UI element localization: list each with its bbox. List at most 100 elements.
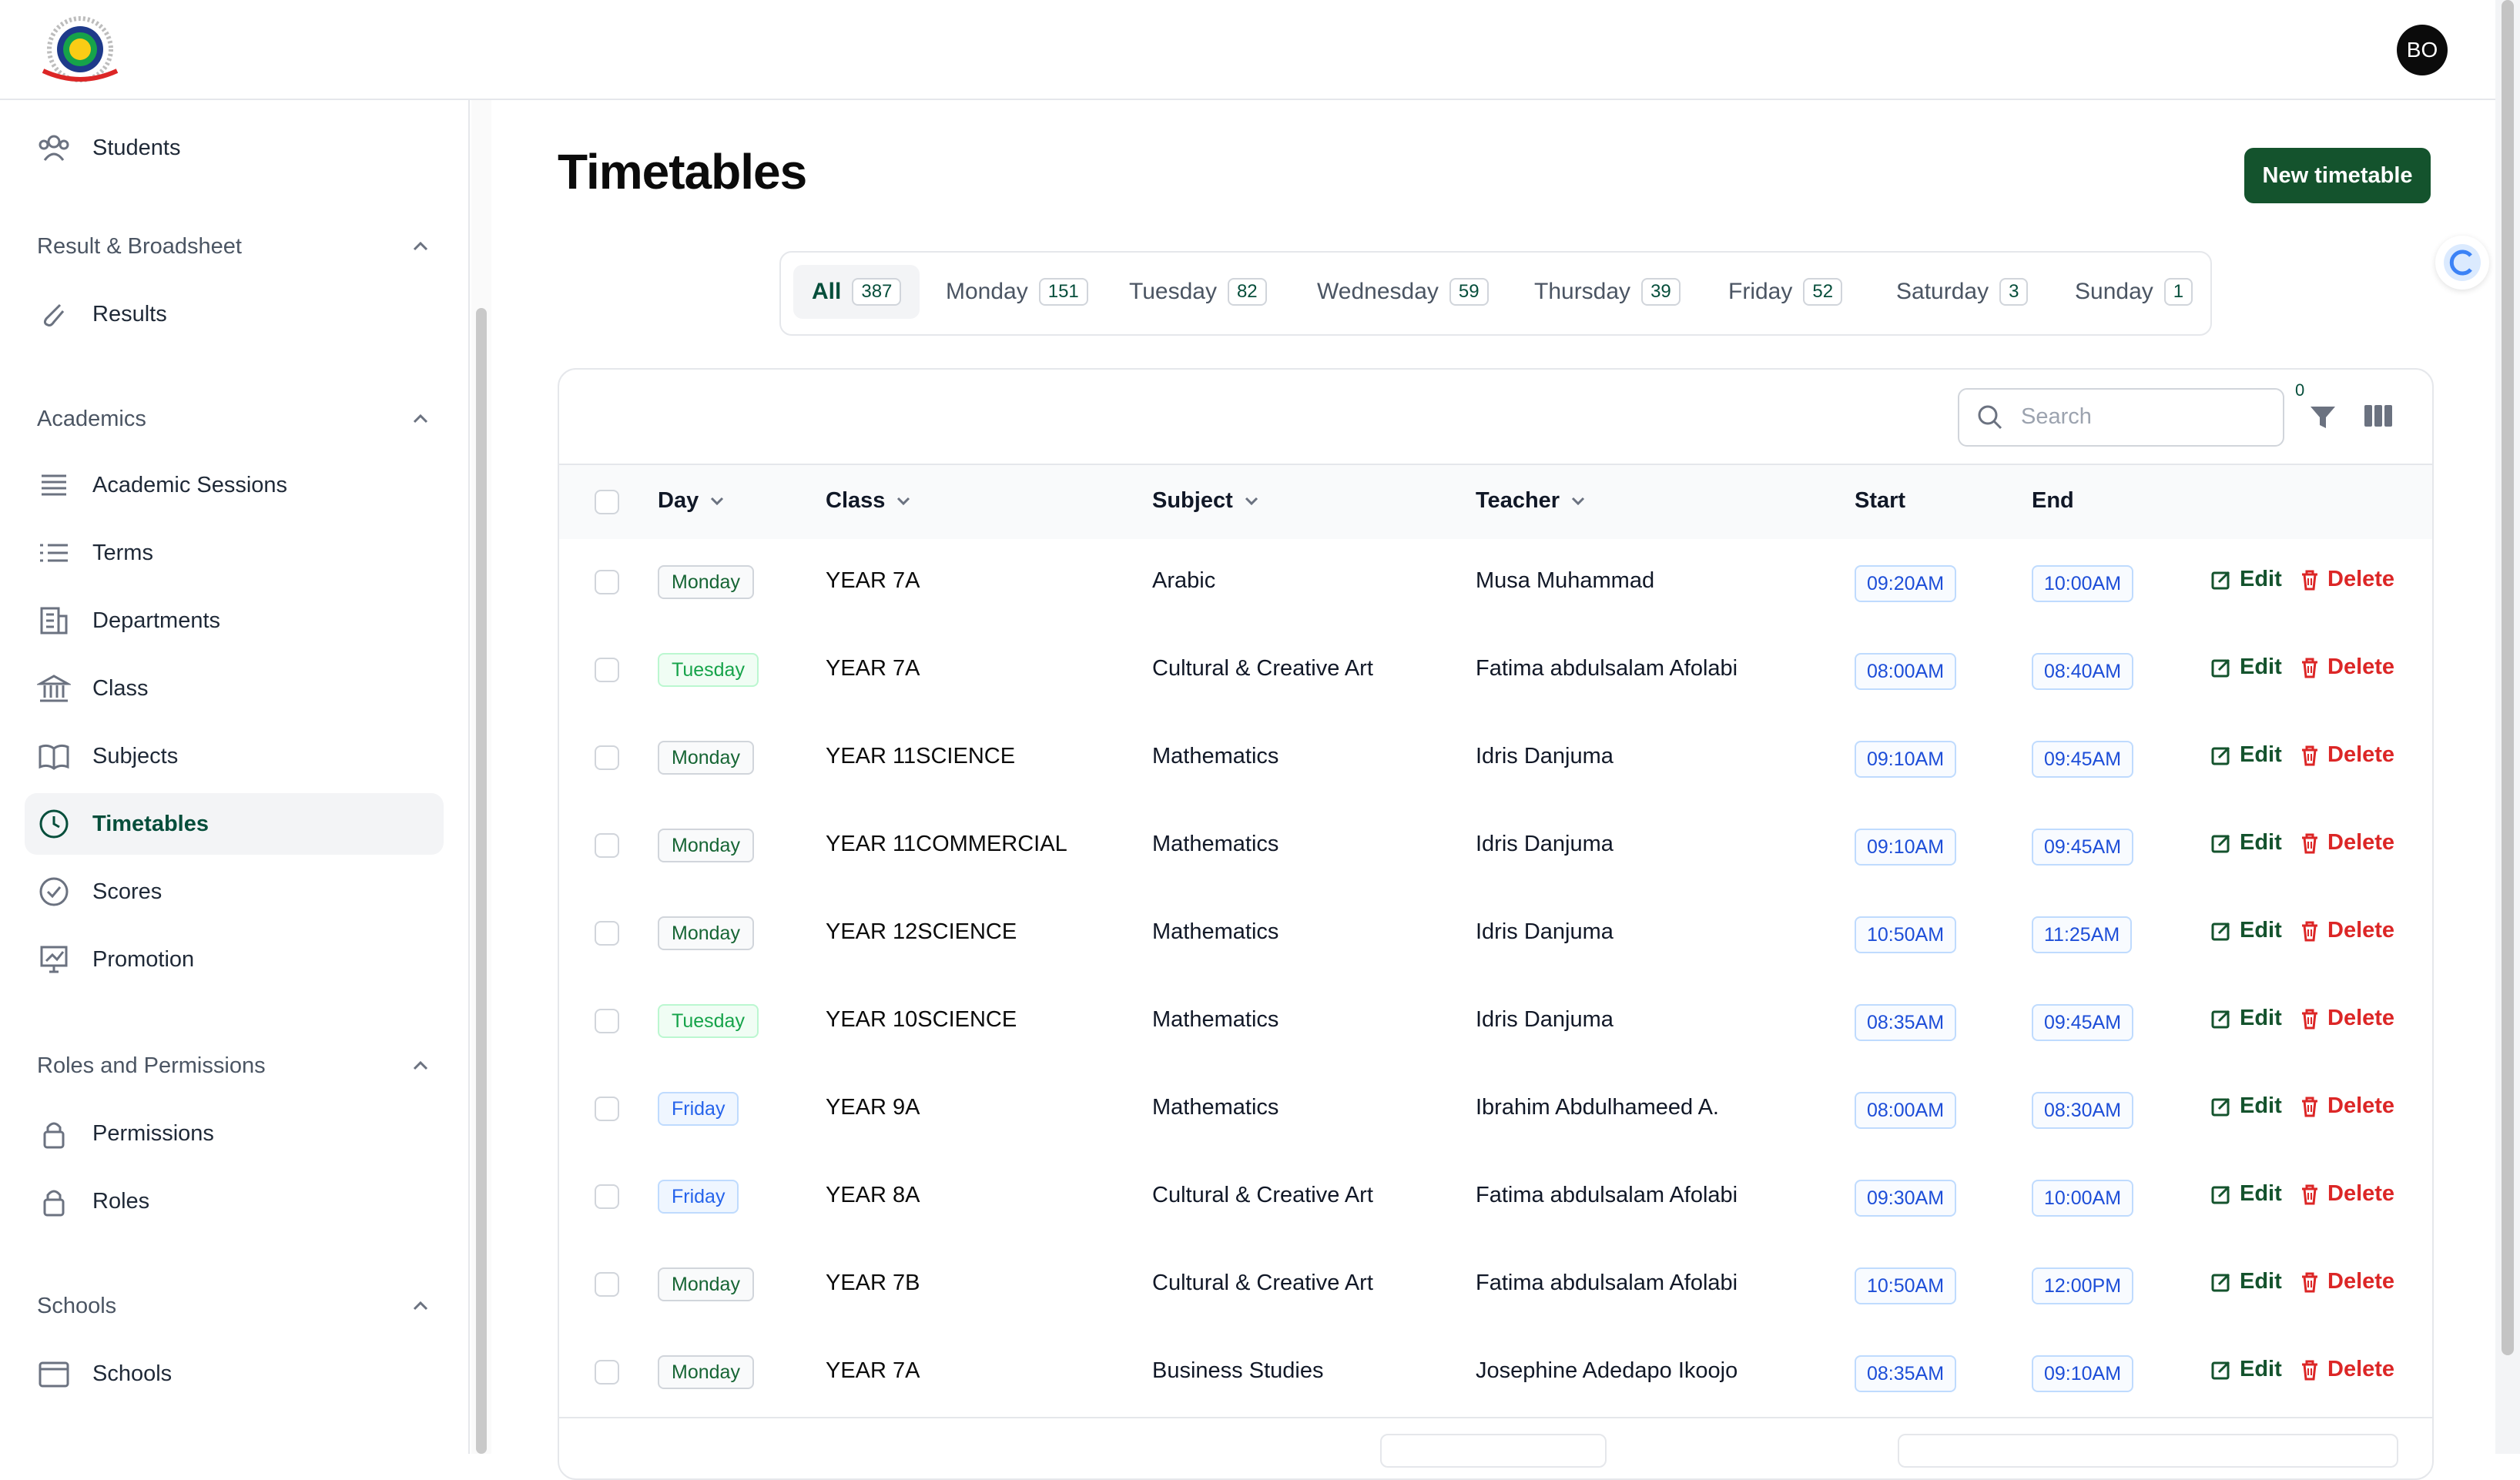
sidebar-item-scores[interactable]: Scores (25, 861, 444, 922)
class-cell: YEAR 7A (826, 568, 920, 593)
row-checkbox[interactable] (595, 570, 619, 594)
edit-icon (2211, 922, 2230, 940)
column-class[interactable]: Class (826, 488, 911, 514)
check-circle-icon (39, 877, 69, 906)
sidebar-item-results[interactable]: Results (25, 283, 444, 345)
column-subject[interactable]: Subject (1152, 488, 1259, 514)
group-result-broadsheet[interactable]: Result & Broadsheet (37, 228, 431, 265)
school-logo[interactable] (37, 14, 123, 85)
teacher-cell: Idris Danjuma (1476, 919, 1614, 944)
refresh-icon (2444, 244, 2481, 281)
edit-button[interactable]: Edit (2210, 742, 2282, 768)
sidebar-item-departments[interactable]: Departments (25, 590, 444, 651)
sidebar-item-terms[interactable]: Terms (25, 522, 444, 584)
tab-saturday[interactable]: Saturday 3 (1878, 265, 2046, 319)
delete-button[interactable]: Delete (2300, 1093, 2394, 1119)
delete-button[interactable]: Delete (2300, 655, 2394, 680)
sidebar-item-permissions[interactable]: Permissions (25, 1103, 444, 1164)
sidebar-item-label: Departments (92, 608, 221, 633)
class-cell: YEAR 8A (826, 1183, 920, 1207)
table-row[interactable]: Monday YEAR 7B Cultural & Creative Art Fati… (559, 1241, 2432, 1331)
tab-tuesday[interactable]: Tuesday 82 (1111, 265, 1285, 319)
search-input[interactable] (2019, 400, 2269, 433)
column-label: Subject (1152, 488, 1233, 513)
edit-button[interactable]: Edit (2210, 1181, 2282, 1207)
chevron-up-icon (413, 1060, 428, 1070)
group-roles-permissions[interactable]: Roles and Permissions (37, 1047, 431, 1084)
subject-cell: Mathematics (1152, 1095, 1279, 1120)
user-avatar[interactable]: BO (2397, 25, 2448, 75)
edit-button[interactable]: Edit (2210, 830, 2282, 856)
columns-icon[interactable] (2363, 402, 2394, 430)
delete-button[interactable]: Delete (2300, 567, 2394, 592)
assistant-fab[interactable] (2435, 236, 2489, 290)
row-checkbox[interactable] (595, 745, 619, 770)
tab-all[interactable]: All 387 (793, 265, 920, 319)
trash-icon (2302, 1272, 2317, 1292)
sidebar-scrollbar[interactable] (476, 308, 487, 1454)
delete-button[interactable]: Delete (2300, 742, 2394, 768)
sidebar-item-students[interactable]: Students (25, 117, 444, 179)
edit-button[interactable]: Edit (2210, 567, 2282, 592)
sidebar-item-promotion[interactable]: Promotion (25, 929, 444, 990)
sidebar-item-subjects[interactable]: Subjects (25, 725, 444, 787)
row-checkbox[interactable] (595, 833, 619, 858)
tab-thursday[interactable]: Thursday 39 (1516, 265, 1699, 319)
tab-sunday[interactable]: Sunday 1 (2056, 265, 2211, 319)
delete-button[interactable]: Delete (2300, 1006, 2394, 1031)
row-checkbox[interactable] (595, 1360, 619, 1385)
window-scrollbar[interactable] (2495, 0, 2520, 1454)
sidebar-item-roles[interactable]: Roles (25, 1170, 444, 1232)
tab-friday[interactable]: Friday 52 (1710, 265, 1861, 319)
per-page-select[interactable] (1380, 1434, 1607, 1468)
delete-button[interactable]: Delete (2300, 830, 2394, 856)
column-day[interactable]: Day (658, 488, 725, 514)
select-all-checkbox[interactable] (595, 490, 619, 514)
row-checkbox[interactable] (595, 658, 619, 682)
row-checkbox[interactable] (595, 921, 619, 946)
sidebar-item-timetables[interactable]: Timetables (25, 793, 444, 855)
row-checkbox[interactable] (595, 1272, 619, 1297)
edit-label: Edit (2240, 742, 2282, 767)
edit-button[interactable]: Edit (2210, 655, 2282, 680)
table-row[interactable]: Tuesday YEAR 7A Cultural & Creative Art Fat… (559, 627, 2432, 716)
delete-button[interactable]: Delete (2300, 1269, 2394, 1294)
new-timetable-button[interactable]: New timetable (2244, 148, 2431, 203)
table-row[interactable]: Monday YEAR 7A Business Studies Josephine A… (559, 1329, 2432, 1418)
tab-wednesday[interactable]: Wednesday 59 (1299, 265, 1507, 319)
trash-icon (2302, 1360, 2317, 1380)
column-teacher[interactable]: Teacher (1476, 488, 1586, 514)
trash-icon (2302, 1184, 2317, 1204)
table-row[interactable]: Tuesday YEAR 10SCIENCE Mathematics Idris Da… (559, 978, 2432, 1067)
table-row[interactable]: Monday YEAR 11COMMERCIAL Mathematics Idris … (559, 802, 2432, 892)
row-checkbox[interactable] (595, 1184, 619, 1209)
delete-button[interactable]: Delete (2300, 1357, 2394, 1382)
filter-icon[interactable] (2307, 402, 2338, 433)
sidebar-item-schools[interactable]: Schools (25, 1343, 444, 1405)
chevron-down-icon (711, 497, 724, 505)
edit-button[interactable]: Edit (2210, 918, 2282, 943)
tab-monday[interactable]: Monday 151 (927, 265, 1107, 319)
delete-button[interactable]: Delete (2300, 918, 2394, 943)
edit-button[interactable]: Edit (2210, 1093, 2282, 1119)
edit-label: Edit (2240, 1357, 2282, 1381)
group-academics[interactable]: Academics (37, 400, 431, 437)
row-checkbox[interactable] (595, 1097, 619, 1121)
group-schools[interactable]: Schools (37, 1287, 431, 1324)
edit-button[interactable]: Edit (2210, 1269, 2282, 1294)
edit-button[interactable]: Edit (2210, 1357, 2282, 1382)
pagination[interactable] (1898, 1434, 2398, 1468)
sidebar-item-academic-sessions[interactable]: Academic Sessions (25, 454, 444, 516)
table-row[interactable]: Monday YEAR 12SCIENCE Mathematics Idris Dan… (559, 890, 2432, 979)
sidebar-item-class[interactable]: Class (25, 658, 444, 719)
edit-button[interactable]: Edit (2210, 1006, 2282, 1031)
table-row[interactable]: Monday YEAR 11SCIENCE Mathematics Idris Dan… (559, 715, 2432, 804)
tab-count-badge: 82 (1227, 278, 1267, 306)
delete-button[interactable]: Delete (2300, 1181, 2394, 1207)
table-row[interactable]: Friday YEAR 8A Cultural & Creative Art Fati… (559, 1154, 2432, 1243)
column-end: End (2032, 488, 2074, 514)
delete-label: Delete (2327, 1093, 2395, 1118)
table-row[interactable]: Monday YEAR 7A Arabic Musa Muhammad 09:20AM 1… (559, 539, 2432, 628)
row-checkbox[interactable] (595, 1009, 619, 1033)
table-row[interactable]: Friday YEAR 9A Mathematics Ibrahim Abdulham… (559, 1066, 2432, 1155)
